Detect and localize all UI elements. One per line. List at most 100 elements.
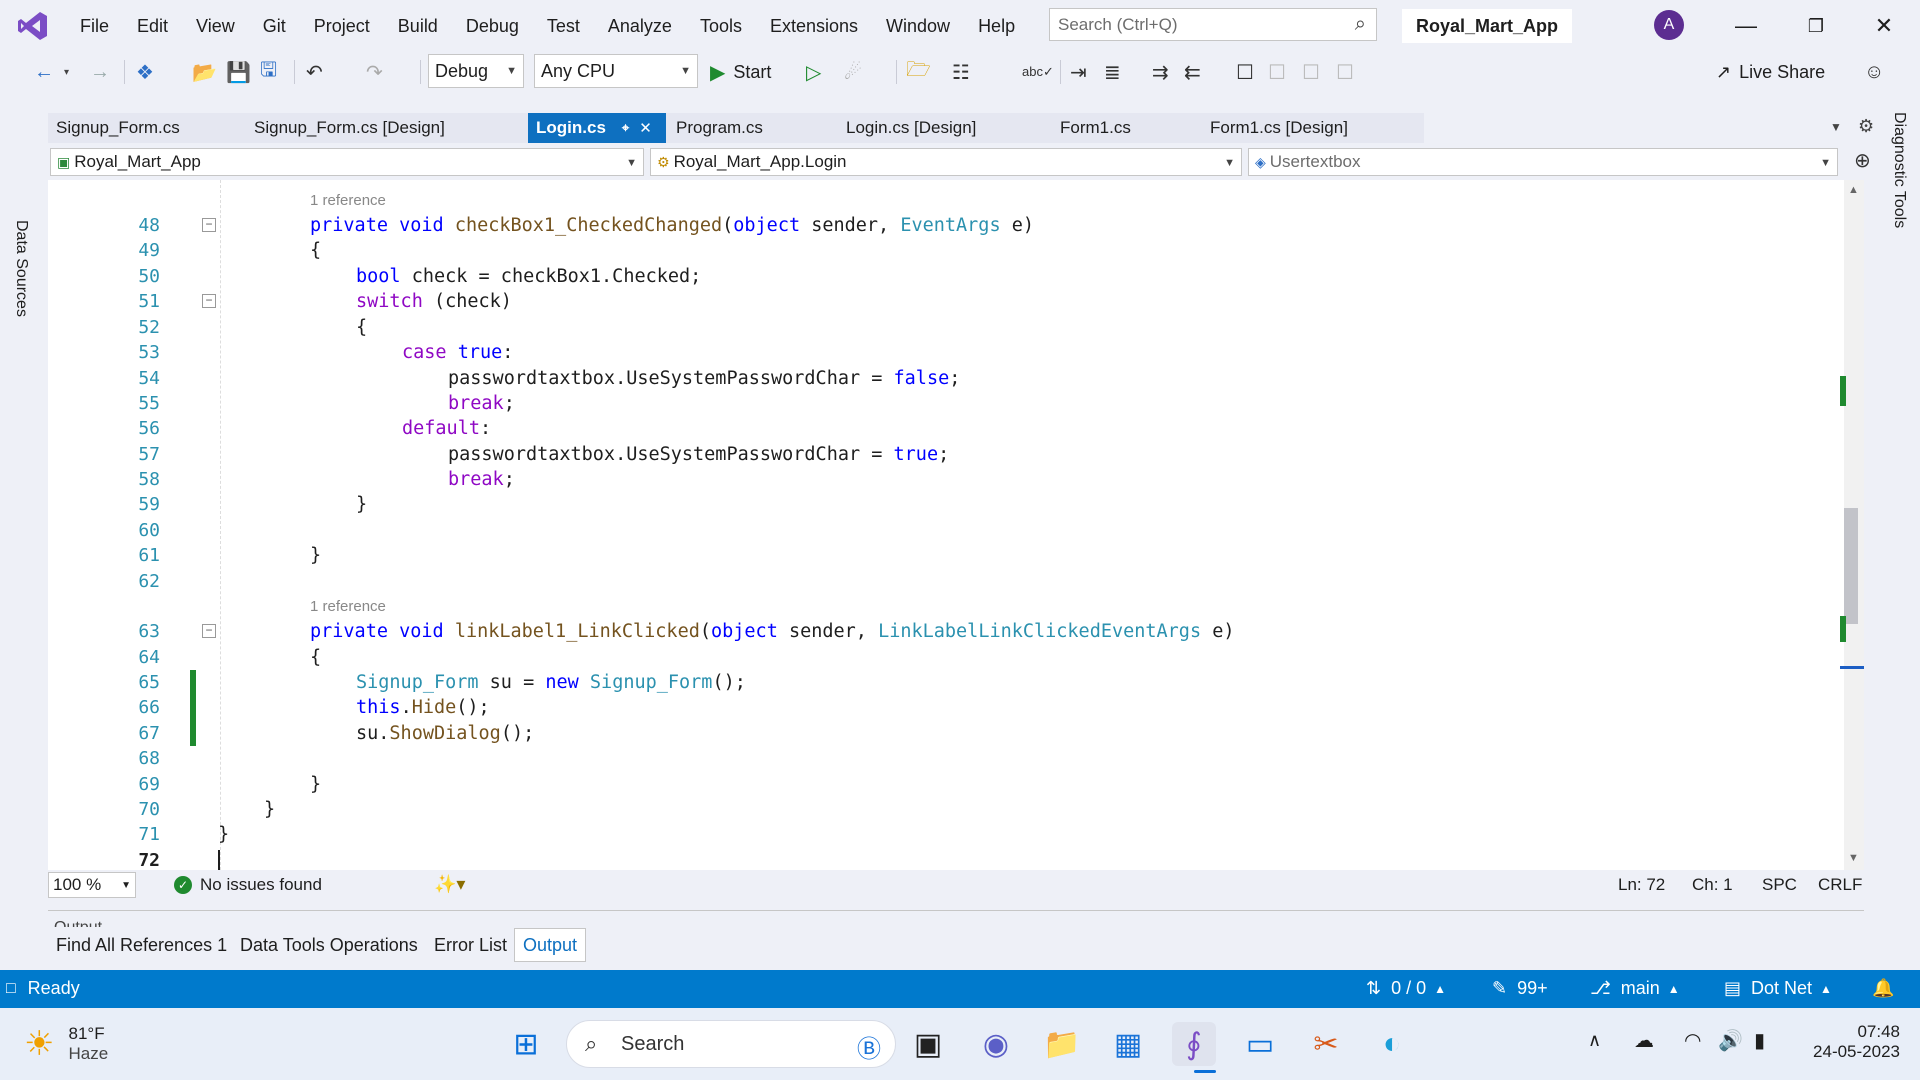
- system-clock[interactable]: 07:48 24-05-2023: [1800, 1022, 1900, 1062]
- windows-start-icon[interactable]: ⊞: [504, 1022, 548, 1066]
- tab-login-design[interactable]: Login.cs [Design]: [838, 113, 1050, 143]
- menu-view[interactable]: View: [182, 16, 249, 37]
- split-editor-icon[interactable]: ⊕: [1854, 148, 1871, 173]
- tab-data-tools-operations[interactable]: Data Tools Operations: [232, 928, 426, 962]
- code-line[interactable]: {: [310, 647, 321, 668]
- new-project-icon[interactable]: ❖: [136, 58, 154, 86]
- open-folder-icon[interactable]: 📂: [192, 58, 217, 86]
- repository-selector[interactable]: ▤ Dot Net ▲: [1724, 978, 1832, 999]
- folder-view-icon[interactable]: 🗁: [906, 58, 931, 86]
- edge-browser-icon[interactable]: ◐: [1370, 1022, 1414, 1066]
- code-line[interactable]: bool check = checkBox1.Checked;: [356, 266, 701, 287]
- step-icon[interactable]: ⇥: [1070, 58, 1087, 86]
- pin-icon[interactable]: ⌖: [622, 120, 629, 136]
- search-input[interactable]: Search (Ctrl+Q) ⌕: [1049, 8, 1377, 41]
- forward-icon[interactable]: →: [90, 58, 110, 86]
- code-line[interactable]: {: [356, 317, 367, 338]
- visual-studio-taskbar-icon[interactable]: ∮: [1172, 1022, 1216, 1066]
- code-line[interactable]: }: [218, 824, 229, 845]
- hot-reload-icon[interactable]: ☄: [844, 58, 862, 86]
- start-without-debugging-icon[interactable]: ▷: [806, 58, 821, 86]
- char-indicator[interactable]: Ch: 1: [1692, 875, 1733, 895]
- code-editor[interactable]: − − − 1 reference 1 reference 48 49 50 5…: [48, 180, 1864, 872]
- tab-program-cs[interactable]: Program.cs: [668, 113, 832, 143]
- tab-signup-form-cs[interactable]: Signup_Form.cs: [48, 113, 246, 143]
- code-line[interactable]: }: [264, 799, 275, 820]
- restore-icon[interactable]: ❐: [1796, 6, 1836, 46]
- code-line[interactable]: default:: [402, 418, 491, 439]
- code-line[interactable]: break;: [448, 393, 515, 414]
- microsoft-store-icon[interactable]: ▦: [1106, 1022, 1150, 1066]
- menu-extensions[interactable]: Extensions: [756, 16, 872, 37]
- data-sources-tab[interactable]: Data Sources: [12, 220, 30, 317]
- vertical-scrollbar[interactable]: ▲ ▼: [1840, 180, 1864, 870]
- tab-login-cs[interactable]: Login.cs ⌖ ✕: [528, 113, 666, 143]
- codelens-reference[interactable]: 1 reference: [310, 192, 386, 209]
- menu-project[interactable]: Project: [300, 16, 384, 37]
- menu-debug[interactable]: Debug: [452, 16, 533, 37]
- remote-desktop-icon[interactable]: ▭: [1238, 1022, 1282, 1066]
- tab-output[interactable]: Output: [514, 928, 587, 962]
- settings-gear-icon[interactable]: ⚙: [1858, 116, 1874, 137]
- save-icon[interactable]: 💾: [226, 58, 251, 86]
- code-line[interactable]: }: [356, 494, 367, 515]
- codelens-reference[interactable]: 1 reference: [310, 598, 386, 615]
- indent-icon[interactable]: ⇉: [1152, 58, 1169, 86]
- code-line[interactable]: passwordtaxtbox.UseSystemPasswordChar = …: [448, 444, 949, 465]
- code-line[interactable]: switch (check): [356, 291, 512, 312]
- menu-git[interactable]: Git: [249, 16, 300, 37]
- scroll-down-icon[interactable]: ▼: [1848, 852, 1859, 864]
- feedback-icon[interactable]: ☺: [1864, 58, 1884, 86]
- scroll-thumb[interactable]: [1844, 508, 1858, 624]
- show-hidden-icons-icon[interactable]: ∧: [1588, 1030, 1601, 1051]
- taskbar-search-input[interactable]: ⌕ Search Ⓑ: [566, 1020, 896, 1068]
- save-all-icon[interactable]: 🖫: [260, 58, 277, 86]
- class-dropdown[interactable]: ⚙ Royal_Mart_App.Login ▼: [650, 148, 1242, 176]
- code-line[interactable]: su.ShowDialog();: [356, 723, 534, 744]
- live-share-button[interactable]: ↗ Live Share: [1716, 58, 1836, 86]
- code-line[interactable]: }: [310, 545, 321, 566]
- zoom-select[interactable]: 100 % ▼: [48, 872, 136, 898]
- file-explorer-icon[interactable]: 📁: [1040, 1022, 1084, 1066]
- snipping-tool-icon[interactable]: ✂: [1304, 1022, 1348, 1066]
- menu-file[interactable]: File: [66, 16, 123, 37]
- close-icon[interactable]: ✕: [1864, 6, 1904, 46]
- menu-window[interactable]: Window: [872, 16, 964, 37]
- onedrive-cloud-icon[interactable]: ☁: [1634, 1028, 1654, 1053]
- format-icon[interactable]: ≣: [1104, 58, 1121, 86]
- branch-selector[interactable]: ⎇ main ▲: [1590, 978, 1680, 999]
- code-line[interactable]: passwordtaxtbox.UseSystemPasswordChar = …: [448, 368, 960, 389]
- pending-changes[interactable]: ✎ 99+: [1492, 978, 1548, 999]
- redo-icon[interactable]: ↷: [366, 58, 383, 86]
- menu-build[interactable]: Build: [384, 16, 452, 37]
- menu-test[interactable]: Test: [533, 16, 594, 37]
- teams-chat-icon[interactable]: ◉: [974, 1022, 1018, 1066]
- code-line[interactable]: private void checkBox1_CheckedChanged(ob…: [310, 215, 1034, 236]
- tab-find-all-references[interactable]: Find All References 1: [48, 928, 235, 962]
- tab-signup-form-design[interactable]: Signup_Form.cs [Design]: [246, 113, 522, 143]
- layout-icon[interactable]: ☷: [952, 58, 970, 86]
- menu-tools[interactable]: Tools: [686, 16, 756, 37]
- scroll-up-icon[interactable]: ▲: [1848, 184, 1859, 196]
- code-line[interactable]: break;: [448, 469, 515, 490]
- spell-check-icon[interactable]: abc✓: [1022, 58, 1054, 86]
- visual-studio-logo-icon[interactable]: [0, 0, 66, 52]
- collapse-icon[interactable]: −: [202, 218, 216, 232]
- code-line[interactable]: private void linkLabel1_LinkClicked(obje…: [310, 621, 1235, 642]
- sync-status[interactable]: ⇅ 0 / 0 ▲: [1366, 978, 1446, 999]
- configuration-select[interactable]: Debug ▼: [428, 54, 524, 88]
- minimize-icon[interactable]: —: [1726, 6, 1766, 46]
- member-dropdown[interactable]: ◈ Usertextbox ▼: [1248, 148, 1838, 176]
- notifications-bell-icon[interactable]: 🔔: [1872, 978, 1894, 999]
- code-cleanup-icon[interactable]: ✨▾: [434, 874, 465, 895]
- menu-help[interactable]: Help: [964, 16, 1029, 37]
- code-line[interactable]: Signup_Form su = new Signup_Form();: [356, 672, 746, 693]
- battery-icon[interactable]: ▮: [1754, 1028, 1765, 1053]
- start-button[interactable]: ▶ Start: [710, 58, 800, 86]
- eol-indicator[interactable]: CRLF: [1818, 875, 1862, 895]
- undo-icon[interactable]: ↶: [306, 58, 323, 86]
- volume-icon[interactable]: 🔊: [1718, 1028, 1743, 1053]
- code-line[interactable]: case true:: [402, 342, 513, 363]
- menu-edit[interactable]: Edit: [123, 16, 182, 37]
- prev-bookmark-icon[interactable]: ☐: [1268, 58, 1286, 86]
